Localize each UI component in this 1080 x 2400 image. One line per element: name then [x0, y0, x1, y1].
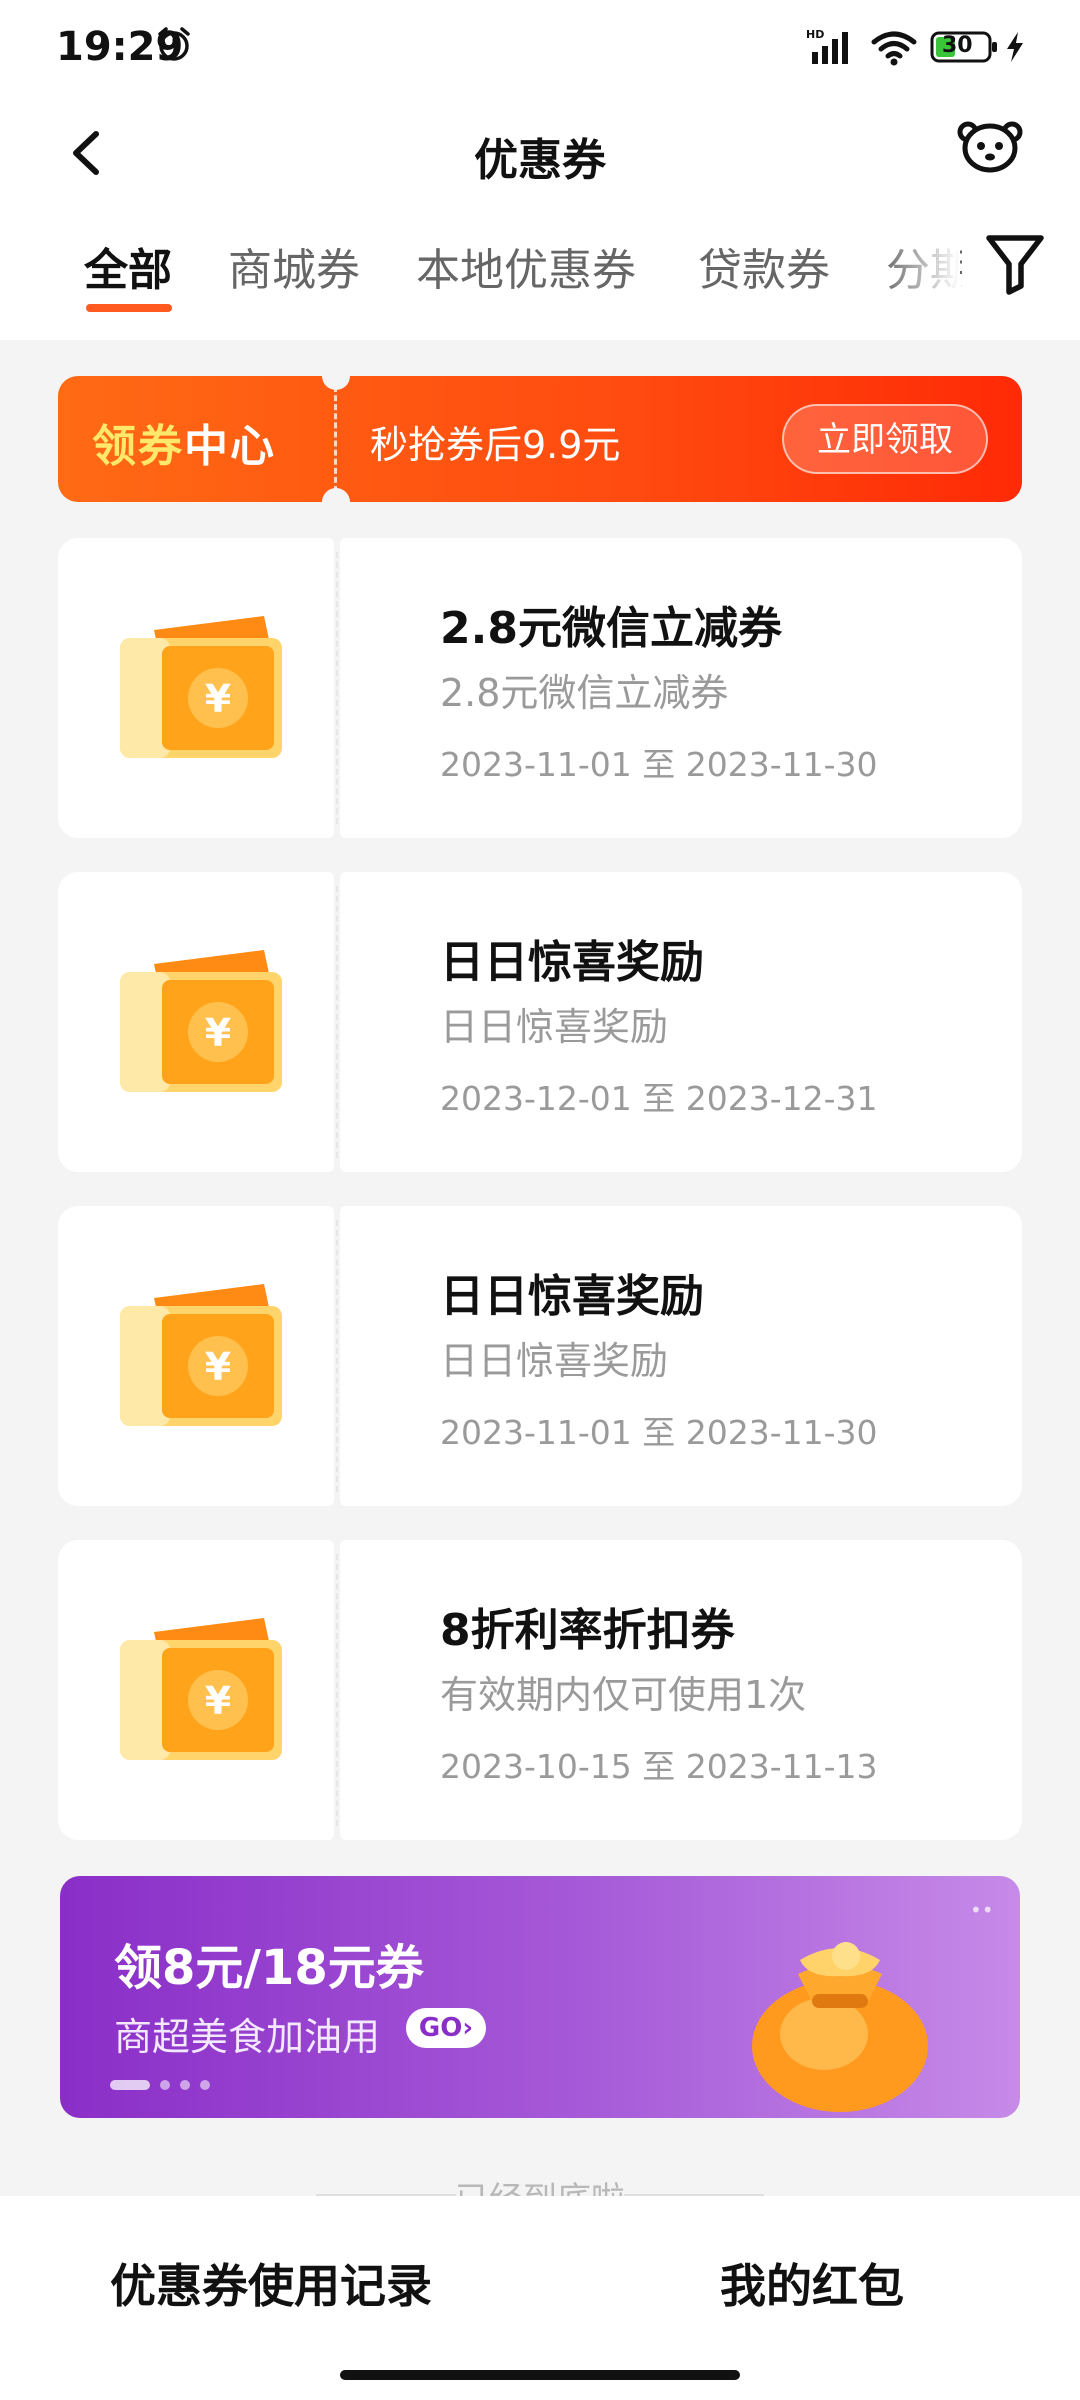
- coupon-validity: 2023-11-01 至 2023-11-30: [440, 745, 878, 784]
- promo-subtitle: 商超美食加油用: [114, 2015, 381, 2059]
- money-bag-icon: [752, 1942, 928, 2112]
- wifi-icon: [871, 31, 917, 66]
- coupon-ticket-icon: ¥: [120, 1284, 282, 1426]
- page-title: 优惠券: [474, 135, 606, 186]
- coupon-validity: 2023-11-01 至 2023-11-30: [440, 1413, 878, 1452]
- status-bar: 19:29 HD 30: [0, 0, 1080, 96]
- coupon-ticket-icon: ¥: [120, 1618, 282, 1760]
- coupon-validity: 2023-10-15 至 2023-11-13: [440, 1747, 878, 1786]
- coupon-divider: [336, 1554, 338, 1826]
- coupon-name: 日日惊喜奖励: [440, 937, 704, 988]
- coupon-name: 8折利率折扣券: [440, 1605, 735, 1656]
- mascot-assistant-icon[interactable]: [954, 108, 1026, 180]
- coupon-description: 日日惊喜奖励: [440, 1339, 669, 1383]
- svg-text:¥: ¥: [205, 1345, 231, 1389]
- filter-icon: [986, 235, 1044, 295]
- tab-fade: [880, 216, 960, 340]
- coupon-divider: [336, 1220, 338, 1492]
- bottom-bar: 优惠券使用记录 我的红包: [0, 2196, 1080, 2400]
- coupon-description: 日日惊喜奖励: [440, 1005, 669, 1049]
- coupon-center-banner[interactable]: 领券中心 秒抢券后9.9元 立即领取: [58, 376, 1022, 502]
- battery-icon: 30: [930, 30, 1000, 64]
- svg-text:¥: ¥: [205, 1679, 231, 1723]
- banner-text: 秒抢券后9.9元: [370, 423, 621, 467]
- coupon-ticket-icon: ¥: [120, 950, 282, 1092]
- my-red-packets-link[interactable]: 我的红包: [720, 2250, 904, 2316]
- alarm-icon: [158, 27, 190, 61]
- coupon-divider: [336, 552, 338, 824]
- active-tab-indicator: [86, 304, 172, 312]
- svg-text:HD: HD: [806, 28, 824, 41]
- promo-banner[interactable]: •• 领8元/18元券 商超美食加油用 GO›: [60, 1876, 1020, 2118]
- app-header: 优惠券: [0, 96, 1080, 216]
- coupon-card[interactable]: ¥ 2.8元微信立减券 2.8元微信立减券 2023-11-01 至 2023-…: [58, 538, 1022, 838]
- promo-go-button[interactable]: GO›: [406, 2008, 486, 2048]
- coupon-name: 2.8元微信立减券: [440, 603, 782, 654]
- tab-local-coupons[interactable]: 本地优惠券: [416, 234, 636, 298]
- promo-title: 领8元/18元券: [114, 1940, 424, 1996]
- coupon-center-logo: 领券中心: [58, 376, 336, 502]
- signal-icon: HD: [806, 28, 848, 64]
- coupon-ticket-icon: ¥: [120, 616, 282, 758]
- coupon-usage-record-link[interactable]: 优惠券使用记录: [110, 2250, 432, 2316]
- coupon-name: 日日惊喜奖励: [440, 1271, 704, 1322]
- tab-loan-coupons[interactable]: 贷款券: [698, 234, 830, 298]
- tab-bar: 全部 商城券 本地优惠券 贷款券 分期: [0, 216, 1080, 340]
- battery-level: 30: [942, 33, 973, 58]
- charging-icon: [1007, 32, 1023, 62]
- banner-divider: [334, 386, 337, 492]
- svg-text:¥: ¥: [205, 1011, 231, 1055]
- coupon-description: 有效期内仅可使用1次: [440, 1673, 807, 1717]
- carousel-more-icon: ••: [970, 1898, 994, 1922]
- home-indicator[interactable]: [340, 2370, 740, 2380]
- banner-title-part1: 领券: [92, 421, 184, 472]
- coupon-divider: [336, 886, 338, 1158]
- tab-all[interactable]: 全部: [84, 234, 172, 298]
- promo-go-label: GO: [418, 2013, 463, 2043]
- tab-mall-coupons[interactable]: 商城券: [228, 234, 360, 298]
- coupon-card[interactable]: ¥ 日日惊喜奖励 日日惊喜奖励 2023-12-01 至 2023-12-31: [58, 872, 1022, 1172]
- coupon-card[interactable]: ¥ 8折利率折扣券 有效期内仅可使用1次 2023-10-15 至 2023-1…: [58, 1540, 1022, 1840]
- coupon-validity: 2023-12-01 至 2023-12-31: [440, 1079, 878, 1118]
- coupon-card[interactable]: ¥ 日日惊喜奖励 日日惊喜奖励 2023-11-01 至 2023-11-30: [58, 1206, 1022, 1506]
- svg-text:¥: ¥: [205, 677, 231, 721]
- banner-title-part2: 中心: [184, 421, 276, 472]
- claim-now-button[interactable]: 立即领取: [782, 404, 988, 474]
- coupon-description: 2.8元微信立减券: [440, 671, 729, 715]
- filter-button[interactable]: [962, 216, 1080, 340]
